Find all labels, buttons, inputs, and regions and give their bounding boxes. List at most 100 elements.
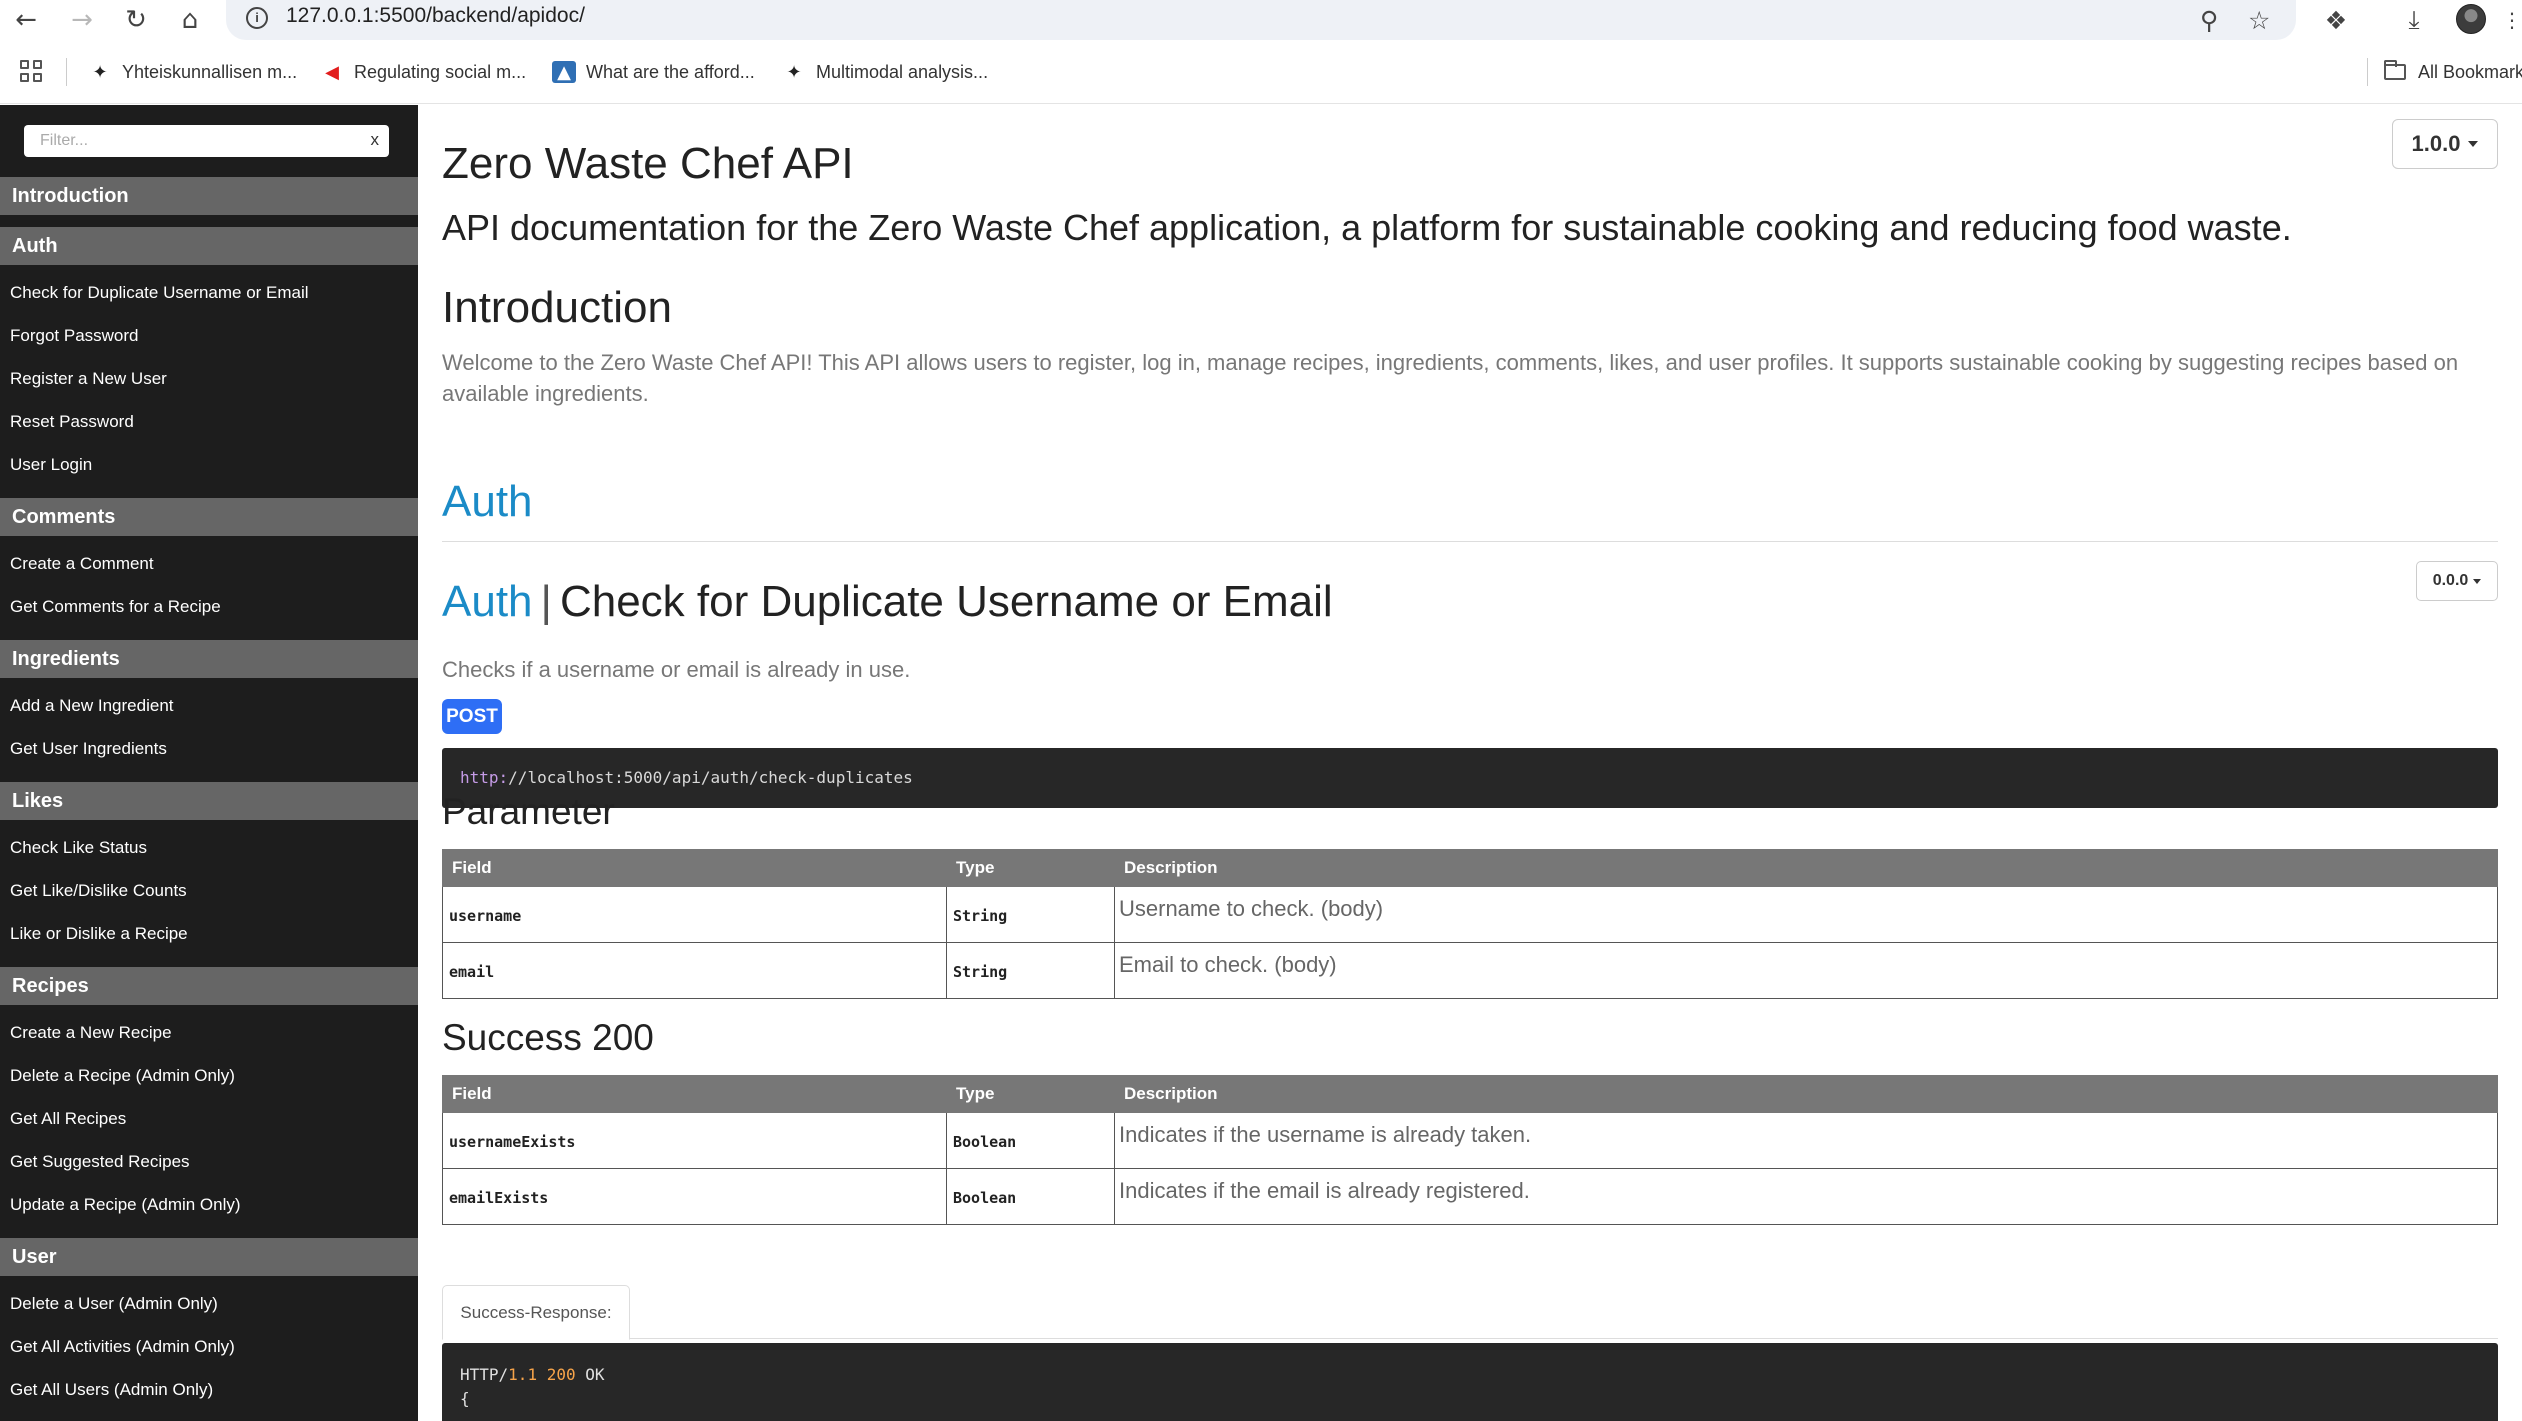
image-icon: ▲: [552, 61, 576, 83]
menu-icon[interactable]: ⋮: [2502, 0, 2522, 40]
sidebar-item-check-like-status[interactable]: Check Like Status: [0, 826, 418, 869]
download-icon[interactable]: ⤓: [2398, 0, 2430, 40]
bookmark-label: Yhteiskunnallisen m...: [122, 61, 298, 82]
site-info-icon[interactable]: i: [246, 7, 268, 29]
bookmark-item[interactable]: ✦ Multimodal analysis...: [782, 40, 988, 104]
type-cell: String: [946, 886, 1115, 943]
bookmark-item[interactable]: ◀ Regulating social m...: [320, 40, 526, 104]
sidebar-group-introduction[interactable]: Introduction: [0, 177, 418, 215]
sidebar-item-forgot-password[interactable]: Forgot Password: [0, 314, 418, 357]
sidebar-group-list: Delete a User (Admin Only) Get All Activi…: [0, 1276, 418, 1411]
api-version-label: 1.0.0: [2411, 131, 2461, 156]
sidebar-group-likes[interactable]: Likes: [0, 782, 418, 820]
bookmark-item[interactable]: ✦ Yhteiskunnallisen m...: [88, 40, 297, 104]
sidebar-group-recipes[interactable]: Recipes: [0, 967, 418, 1005]
endpoint-description: Checks if a username or email is already…: [442, 657, 911, 682]
sidebar-group-list: Create a New Recipe Delete a Recipe (Admi…: [0, 1005, 418, 1226]
back-arrow-icon[interactable]: ←: [6, 0, 46, 40]
field-cell: email: [442, 942, 947, 999]
sidebar-item-get-comments-for-a-recipe[interactable]: Get Comments for a Recipe: [0, 585, 418, 628]
bookmarks-bar: ✦ Yhteiskunnallisen m... ◀ Regulating soci…: [0, 40, 2522, 104]
sidebar-item-reset-password[interactable]: Reset Password: [0, 400, 418, 443]
sidebar-item-create-a-comment[interactable]: Create a Comment: [0, 542, 418, 585]
type-cell: Boolean: [946, 1112, 1115, 1169]
sidebar-item-register-a-new-user[interactable]: Register a New User: [0, 357, 418, 400]
introduction-heading: Introduction: [442, 283, 672, 332]
endpoint-group-link[interactable]: Auth: [442, 577, 533, 626]
sidebar-item-get-all-recipes[interactable]: Get All Recipes: [0, 1097, 418, 1140]
section-divider: [442, 541, 2498, 542]
forward-arrow-icon[interactable]: →: [62, 0, 102, 40]
description-cell: Indicates if the email is already regist…: [1114, 1168, 2498, 1225]
column-header-field: Field: [442, 1075, 947, 1113]
endpoint-name: Check for Duplicate Username or Email: [559, 577, 1333, 626]
bookmark-label: What are the afford...: [586, 61, 755, 82]
endpoint-version-dropdown[interactable]: 0.0.0: [2416, 561, 2498, 601]
sidebar-item-update-a-recipe-admin-only[interactable]: Update a Recipe (Admin Only): [0, 1183, 418, 1226]
success-heading: Success 200: [442, 1017, 654, 1058]
url-scheme: http:: [460, 768, 509, 787]
sidebar-item-get-suggested-recipes[interactable]: Get Suggested Recipes: [0, 1140, 418, 1183]
page-title: Zero Waste Chef API: [442, 139, 854, 188]
endpoint-title: Auth | Check for Duplicate Username or Ema…: [442, 577, 1333, 627]
api-version-dropdown[interactable]: 1.0.0: [2392, 119, 2498, 169]
field-cell: username: [442, 886, 947, 943]
sidebar-group-user[interactable]: User: [0, 1238, 418, 1276]
endpoint-url[interactable]: http://localhost:5000/api/auth/check-dup…: [460, 768, 913, 787]
sidebar-item-user-login[interactable]: User Login: [0, 443, 418, 486]
home-icon[interactable]: ⌂: [170, 0, 210, 40]
table-row: username String Username to check. (body…: [442, 886, 2498, 943]
bird-icon: ✦: [92, 61, 108, 83]
all-bookmarks-label: All Bookmarks: [2418, 61, 2522, 82]
address-bar[interactable]: i 127.0.0.1:5500/backend/apidoc/ ⚲ ☆: [226, 0, 2296, 40]
apps-grid-icon[interactable]: [20, 60, 42, 82]
sidebar-group-comments[interactable]: Comments: [0, 498, 418, 536]
sidebar-group-auth[interactable]: Auth: [0, 227, 418, 265]
address-url[interactable]: 127.0.0.1:5500/backend/apidoc/: [286, 4, 585, 28]
red-arrow-icon: ◀: [325, 61, 339, 83]
bookmarks-separator: [66, 58, 67, 86]
table-row: usernameExists Boolean Indicates if the …: [442, 1112, 2498, 1169]
column-header-type: Type: [946, 1075, 1115, 1113]
table-header-row: Field Type Description: [442, 1075, 2498, 1113]
bookmark-star-icon[interactable]: ☆: [2248, 0, 2270, 40]
profile-avatar[interactable]: [2456, 4, 2486, 34]
zoom-icon[interactable]: ⚲: [2200, 0, 2218, 40]
parameter-table: Field Type Description username String U…: [442, 849, 2498, 999]
sidebar-item-get-all-activities-admin-only[interactable]: Get All Activities (Admin Only): [0, 1325, 418, 1368]
filter-clear-button[interactable]: x: [371, 130, 380, 150]
sidebar-group-ingredients[interactable]: Ingredients: [0, 640, 418, 678]
reload-icon[interactable]: ↻: [116, 0, 156, 40]
filter-input[interactable]: [24, 125, 354, 157]
type-cell: String: [946, 942, 1115, 999]
table-row: email String Email to check. (body): [442, 942, 2498, 999]
sidebar-item-get-all-users-admin-only[interactable]: Get All Users (Admin Only): [0, 1368, 418, 1411]
filter-box: x: [24, 125, 389, 157]
sidebar-group-list: Create a Comment Get Comments for a Recip…: [0, 536, 418, 628]
tab-success-response[interactable]: Success-Response:: [442, 1285, 630, 1340]
bookmark-item[interactable]: ▲ What are the afford...: [552, 40, 755, 104]
section-heading-auth[interactable]: Auth: [442, 477, 533, 527]
all-bookmarks-button[interactable]: All Bookmarks: [2384, 40, 2522, 104]
sidebar-item-delete-a-user-admin-only[interactable]: Delete a User (Admin Only): [0, 1282, 418, 1325]
sidebar-item-like-or-dislike-a-recipe[interactable]: Like or Dislike a Recipe: [0, 912, 418, 955]
endpoint-url-block: http://localhost:5000/api/auth/check-dup…: [442, 748, 2498, 808]
bird-icon: ✦: [786, 61, 802, 83]
sidebar-item-add-a-new-ingredient[interactable]: Add a New Ingredient: [0, 684, 418, 727]
column-header-type: Type: [946, 849, 1115, 887]
introduction-text: Welcome to the Zero Waste Chef API! This…: [442, 350, 2459, 406]
response-protocol: HTTP/: [460, 1365, 509, 1384]
response-code: 200: [546, 1365, 576, 1384]
sidebar-item-get-like-dislike-counts[interactable]: Get Like/Dislike Counts: [0, 869, 418, 912]
sidebar-item-get-user-ingredients[interactable]: Get User Ingredients: [0, 727, 418, 770]
description-cell: Email to check. (body): [1114, 942, 2498, 999]
sidebar-group-list: Check Like Status Get Like/Dislike Counts…: [0, 820, 418, 955]
sidebar: x Introduction Auth Check for Duplicate Us…: [0, 105, 418, 1421]
field-cell: emailExists: [442, 1168, 947, 1225]
sidebar-item-create-a-new-recipe[interactable]: Create a New Recipe: [0, 1011, 418, 1054]
sidebar-item-delete-a-recipe-admin-only[interactable]: Delete a Recipe (Admin Only): [0, 1054, 418, 1097]
parameter-heading: Parameter: [442, 791, 615, 832]
extensions-icon[interactable]: ❖: [2320, 0, 2352, 40]
response-status-line: HTTP/1.1 200 OK: [460, 1365, 605, 1384]
sidebar-item-check-for-duplicate-username-or-email[interactable]: Check for Duplicate Username or Email: [0, 271, 418, 314]
